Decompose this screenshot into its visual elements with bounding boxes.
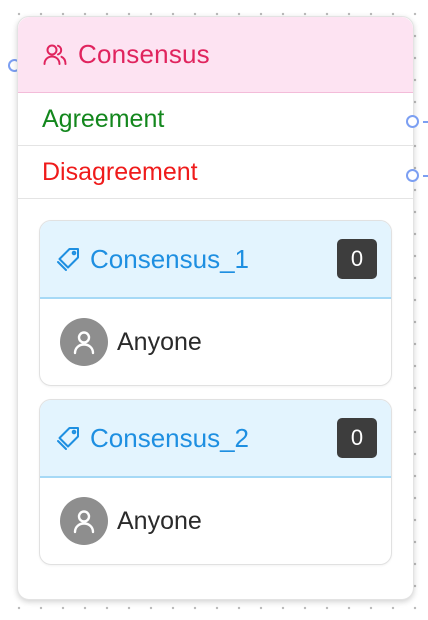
user-icon bbox=[60, 318, 108, 366]
task-card-body: Anyone bbox=[40, 478, 391, 564]
node-title: Consensus bbox=[78, 39, 210, 69]
node-header[interactable]: Consensus bbox=[18, 17, 413, 93]
assignee-label: Anyone bbox=[117, 506, 202, 535]
agreement-output-handle[interactable] bbox=[406, 115, 419, 128]
task-count-badge: 0 bbox=[337, 239, 377, 279]
task-card-title: Consensus_1 bbox=[90, 243, 249, 274]
workflow-canvas[interactable]: Consensus Agreement Disagreement Consens… bbox=[0, 0, 428, 620]
outcome-agreement[interactable]: Agreement bbox=[18, 93, 413, 146]
task-card-title: Consensus_2 bbox=[90, 422, 249, 453]
tag-icon bbox=[56, 246, 82, 272]
disagreement-connection-stub bbox=[423, 175, 428, 177]
task-count-badge: 0 bbox=[337, 418, 377, 458]
outcome-agreement-label: Agreement bbox=[42, 104, 165, 133]
disagreement-output-handle[interactable] bbox=[406, 169, 419, 182]
task-card-header[interactable]: Consensus_1 0 bbox=[40, 221, 391, 299]
task-card-header[interactable]: Consensus_2 0 bbox=[40, 400, 391, 478]
outcome-disagreement[interactable]: Disagreement bbox=[18, 146, 413, 199]
task-card-body: Anyone bbox=[40, 299, 391, 385]
outcome-disagreement-label: Disagreement bbox=[42, 157, 198, 186]
task-card-list: Consensus_1 0 Anyone Consensus_2 0 Anyon… bbox=[18, 199, 413, 565]
consensus-node[interactable]: Consensus Agreement Disagreement Consens… bbox=[17, 16, 414, 600]
task-card[interactable]: Consensus_1 0 Anyone bbox=[39, 220, 392, 386]
agreement-connection-stub bbox=[423, 121, 428, 123]
tag-icon bbox=[56, 425, 82, 451]
assignee-label: Anyone bbox=[117, 327, 202, 356]
task-card[interactable]: Consensus_2 0 Anyone bbox=[39, 399, 392, 565]
users-icon bbox=[42, 42, 68, 68]
user-icon bbox=[60, 497, 108, 545]
